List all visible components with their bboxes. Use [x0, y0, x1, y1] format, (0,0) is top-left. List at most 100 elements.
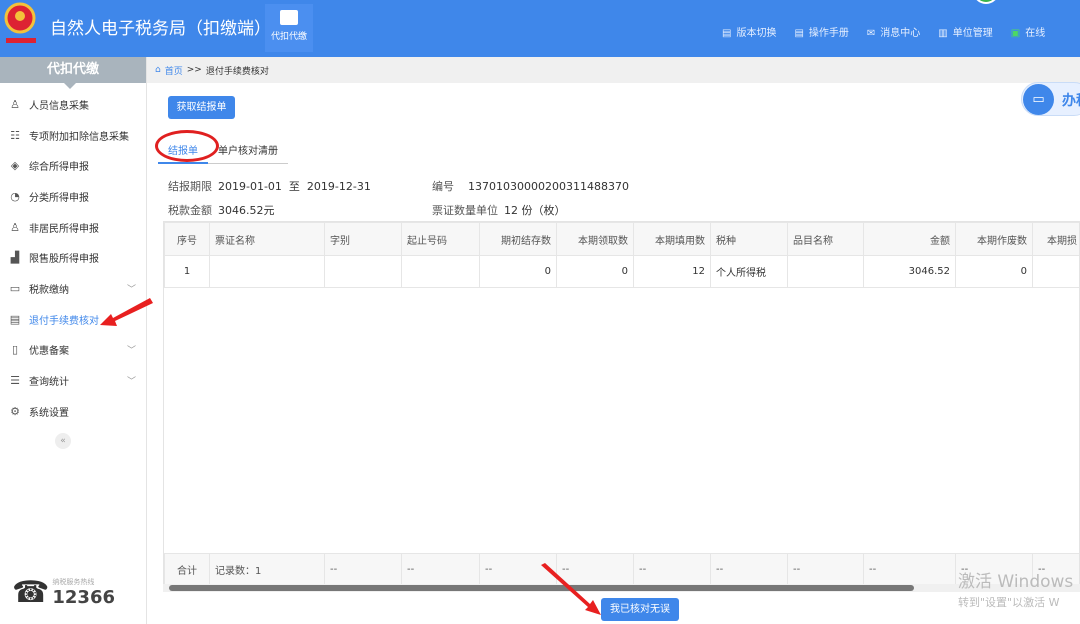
- sidebar-item[interactable]: ▟限售股所得申报: [0, 242, 146, 273]
- get-settlement-button[interactable]: 获取结报单: [168, 96, 235, 119]
- table-cell: [210, 256, 325, 288]
- info-period: 结报期限2019-01-01 至 2019-12-31: [168, 178, 371, 194]
- footer-cell: --: [402, 554, 480, 586]
- qty-label: 票证数量单位: [432, 204, 498, 217]
- monitor-icon: ▣: [1011, 28, 1020, 39]
- sidebar-item[interactable]: ☷专项附加扣除信息采集: [0, 120, 146, 151]
- search-list-icon: ☰: [8, 374, 22, 387]
- file-icon: ▯: [8, 343, 22, 356]
- folder-icon: ▭: [8, 282, 22, 295]
- breadcrumb-home[interactable]: 首页: [165, 64, 183, 77]
- sidebar-item[interactable]: ♙ 非居民所得申报: [0, 212, 146, 243]
- sidebar-item[interactable]: ⚙ 系统设置: [0, 396, 146, 427]
- column-header[interactable]: 本期损: [1033, 223, 1080, 256]
- receipt-icon: ▤: [8, 313, 22, 326]
- link-label: 在线: [1025, 28, 1045, 39]
- table-row[interactable]: 10012个人所得税3046.520: [165, 256, 1080, 288]
- link-unit-manage[interactable]: ▥ 单位管理: [938, 24, 992, 39]
- sidebar-item-label: 查询统计: [29, 373, 69, 388]
- info-number: 编号13701030000200311488370: [432, 178, 629, 194]
- chat-icon: ▭: [1023, 84, 1054, 115]
- tax-emblem-logo: [2, 0, 42, 50]
- column-header[interactable]: 起止号码: [402, 223, 480, 256]
- collapse-sidebar-button[interactable]: «: [55, 433, 71, 449]
- headset-icon: ☎: [12, 575, 49, 610]
- hotline-number: 12366: [52, 587, 115, 608]
- sidebar-item[interactable]: ▤ 退付手续费核对: [0, 304, 146, 335]
- breadcrumb-current: 退付手续费核对: [206, 64, 269, 77]
- sidebar-item[interactable]: ☰ 查询统计 ﹀: [0, 365, 146, 396]
- sidebar-item-label: 分类所得申报: [29, 189, 89, 204]
- column-header[interactable]: 期初结存数: [480, 223, 557, 256]
- gear-icon: ⚙: [8, 405, 22, 418]
- sidebar: 代扣代缴 ♙人员信息采集☷专项附加扣除信息采集◈综合所得申报◔分类所得申报 ♙ 非居…: [0, 57, 147, 624]
- sidebar-item[interactable]: ▭ 税款缴纳 ﹀: [0, 273, 146, 304]
- chevron-down-icon[interactable]: ﹀: [127, 282, 136, 295]
- scrollbar-thumb[interactable]: [169, 585, 914, 591]
- column-header[interactable]: 序号: [165, 223, 210, 256]
- sidebar-item-label: 综合所得申报: [29, 158, 89, 173]
- link-label: 消息中心: [880, 28, 920, 39]
- sidebar-item[interactable]: ▯优惠备案﹀: [0, 335, 146, 366]
- confirm-checked-button[interactable]: 我已核对无误: [601, 598, 679, 621]
- sidebar-item-label: 税款缴纳: [29, 281, 69, 296]
- horizontal-scrollbar[interactable]: [163, 584, 1080, 592]
- table-cell: 3046.52: [864, 256, 956, 288]
- info-tax: 税款金额3046.52元: [168, 202, 275, 218]
- column-header[interactable]: 本期领取数: [557, 223, 634, 256]
- link-label: 单位管理: [953, 28, 993, 39]
- sidebar-item[interactable]: ◔分类所得申报: [0, 181, 146, 212]
- link-messages[interactable]: ✉ 消息中心: [867, 24, 920, 39]
- tax-value: 3046.52元: [218, 204, 275, 217]
- module-tab-withholding[interactable]: 代扣代缴: [265, 4, 313, 52]
- table-cell: [325, 256, 402, 288]
- column-header[interactable]: 税种: [711, 223, 788, 256]
- link-online[interactable]: ▣ 在线: [1011, 24, 1045, 39]
- footer-cell: --: [711, 554, 788, 586]
- online-help-button[interactable]: ▭ 办税: [1021, 82, 1080, 116]
- sidebar-item-label: 系统设置: [29, 404, 69, 419]
- footer-cell: --: [864, 554, 956, 586]
- sidebar-item[interactable]: ♙人员信息采集: [0, 89, 146, 120]
- info-qty: 票证数量单位12 份（枚）: [432, 202, 566, 218]
- column-header[interactable]: 本期作废数: [956, 223, 1033, 256]
- user-icon: ♙: [8, 221, 22, 234]
- doc-icon: ▤: [722, 28, 731, 39]
- status-avatar[interactable]: [973, 0, 999, 4]
- number-label: 编号: [432, 180, 454, 193]
- breadcrumb-sep: >>: [187, 65, 202, 75]
- table-cell: [1033, 256, 1080, 288]
- sidebar-item-label: 退付手续费核对: [29, 312, 99, 327]
- activation-watermark-sub: 转到"设置"以激活 W: [958, 594, 1060, 610]
- table-cell: [788, 256, 864, 288]
- table-cell: 个人所得税: [711, 256, 788, 288]
- column-header[interactable]: 本期填用数: [634, 223, 711, 256]
- chevron-down-icon[interactable]: ﹀: [127, 374, 136, 387]
- footer-cell: --: [480, 554, 557, 586]
- wallet-icon: [280, 10, 298, 25]
- link-manual[interactable]: ▤操作手册: [794, 24, 848, 39]
- mail-icon: ✉: [867, 28, 875, 39]
- sidebar-item-label: 非居民所得申报: [29, 220, 99, 235]
- hotline: ☎ 纳税服务热线12366: [12, 575, 115, 610]
- column-header[interactable]: 金额: [864, 223, 956, 256]
- sidebar-item-label: 专项附加扣除信息采集: [29, 128, 129, 143]
- building-icon: ▥: [938, 28, 947, 39]
- link-version-switch[interactable]: ▤版本切换: [722, 24, 776, 39]
- sidebar-title: 代扣代缴: [0, 57, 146, 83]
- bar-chart-icon: ▟: [8, 251, 22, 264]
- sidebar-item-label: 人员信息采集: [29, 97, 89, 112]
- chevron-down-icon[interactable]: ﹀: [127, 343, 136, 356]
- top-header: 自然人电子税务局（扣缴端） 代扣代缴 ▤版本切换 ▤操作手册 ✉消息中心 ▥单位…: [0, 0, 1080, 57]
- column-header[interactable]: 票证名称: [210, 223, 325, 256]
- doc-icon: ▤: [794, 28, 803, 39]
- sidebar-item[interactable]: ◈综合所得申报: [0, 150, 146, 181]
- column-header[interactable]: 字别: [325, 223, 402, 256]
- footer-cell: --: [557, 554, 634, 586]
- settlement-table: 序号票证名称字别起止号码期初结存数本期领取数本期填用数税种品目名称金额本期作废数…: [163, 221, 1080, 585]
- column-header[interactable]: 品目名称: [788, 223, 864, 256]
- hotline-label: 纳税服务热线: [52, 577, 115, 587]
- help-label: 办税: [1062, 90, 1080, 110]
- breadcrumb: ⌂ 首页 >> 退付手续费核对: [147, 57, 1080, 83]
- tab-single-check[interactable]: 单户核对清册: [208, 137, 288, 164]
